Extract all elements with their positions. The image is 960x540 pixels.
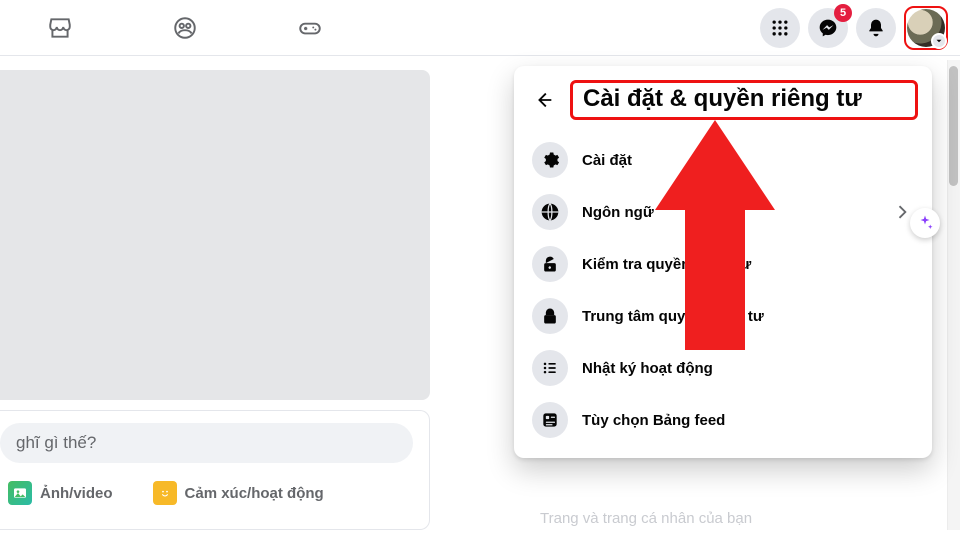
gaming-tab[interactable] <box>280 4 340 52</box>
feed-options-item[interactable]: Tùy chọn Bảng feed <box>522 394 924 446</box>
feed-options-label: Tùy chọn Bảng feed <box>582 412 914 429</box>
scrollbar-thumb[interactable] <box>949 66 958 186</box>
top-right-controls: 5 <box>760 6 948 50</box>
feeling-activity-button[interactable]: Cảm xúc/hoạt động <box>153 481 324 505</box>
unlock-heart-icon <box>532 246 568 282</box>
content-placeholder <box>0 70 430 400</box>
messenger-button[interactable]: 5 <box>808 8 848 48</box>
privacy-center-item[interactable]: Trung tâm quyền riêng tư <box>522 290 924 342</box>
language-label: Ngôn ngữ <box>582 204 876 221</box>
composer-actions: Ảnh/video Cảm xúc/hoạt động <box>0 481 413 505</box>
top-navigation-bar: 5 <box>0 0 960 56</box>
chevron-down-icon <box>931 33 947 49</box>
page-scrollbar[interactable] <box>947 60 960 530</box>
lock-icon <box>532 298 568 334</box>
activity-log-item[interactable]: Nhật ký hoạt động <box>522 342 924 394</box>
composer-placeholder: ghĩ gì thế? <box>16 433 96 453</box>
privacy-center-label: Trung tâm quyền riêng tư <box>582 308 914 325</box>
gear-icon <box>532 142 568 178</box>
activity-log-label: Nhật ký hoạt động <box>582 360 914 377</box>
settings-item[interactable]: Cài đặt <box>522 134 924 186</box>
feeling-activity-label: Cảm xúc/hoạt động <box>185 485 324 502</box>
list-icon <box>532 350 568 386</box>
privacy-checkup-item[interactable]: Kiểm tra quyền riêng tư <box>522 238 924 290</box>
account-menu-button[interactable] <box>907 9 945 47</box>
panel-header: Cài đặt & quyền riêng tư <box>522 72 924 134</box>
marketplace-tab[interactable] <box>30 4 90 52</box>
composer-input[interactable]: ghĩ gì thế? <box>0 423 413 463</box>
language-item[interactable]: Ngôn ngữ <box>522 186 924 238</box>
messenger-badge: 5 <box>834 4 852 22</box>
ai-sparkle-button[interactable] <box>910 208 940 238</box>
menu-grid-button[interactable] <box>760 8 800 48</box>
photo-video-label: Ảnh/video <box>40 485 113 502</box>
settings-label: Cài đặt <box>582 152 914 169</box>
center-nav-tabs <box>30 4 340 52</box>
post-composer: ghĩ gì thế? Ảnh/video Cảm xúc/hoạt động <box>0 410 430 530</box>
background-profile-pages-text: Trang và trang cá nhân của bạn <box>540 510 752 527</box>
panel-title-highlight: Cài đặt & quyền riêng tư <box>570 80 918 120</box>
privacy-checkup-label: Kiểm tra quyền riêng tư <box>582 256 914 273</box>
account-avatar-highlight <box>904 6 948 50</box>
photo-video-button[interactable]: Ảnh/video <box>8 481 113 505</box>
globe-icon <box>532 194 568 230</box>
notifications-button[interactable] <box>856 8 896 48</box>
photo-icon <box>8 481 32 505</box>
back-button[interactable] <box>528 84 560 116</box>
emoji-icon <box>153 481 177 505</box>
feed-icon <box>532 402 568 438</box>
groups-tab[interactable] <box>155 4 215 52</box>
settings-privacy-panel: Cài đặt & quyền riêng tư Cài đặt Ngôn ng… <box>514 66 932 458</box>
